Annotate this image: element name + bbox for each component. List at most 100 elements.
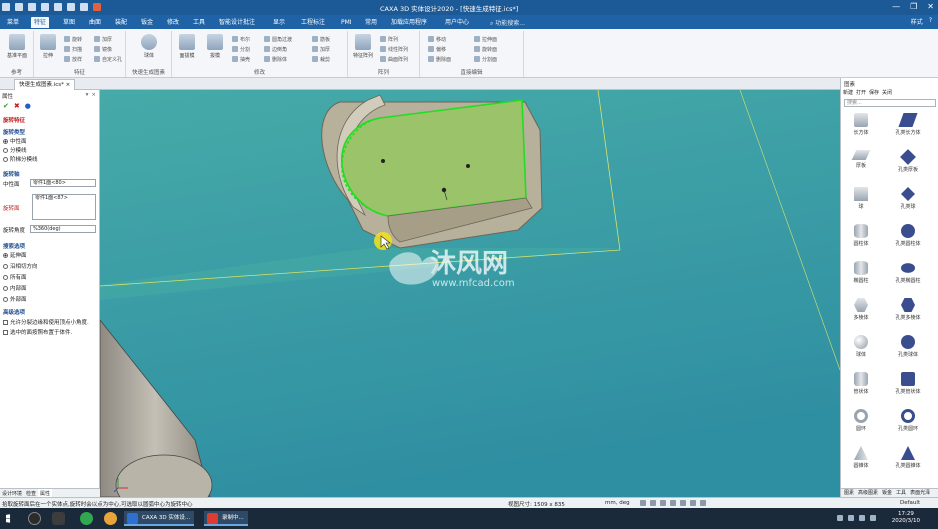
rotate-view-icon[interactable]	[660, 500, 666, 506]
revolve-button[interactable]: 旋转	[64, 35, 82, 43]
angle-field[interactable]: %360(deg)	[30, 225, 96, 233]
tab-properties[interactable]: 属性	[38, 489, 53, 497]
tab-tools-lib[interactable]: 工具	[896, 489, 906, 497]
lib-item-plate[interactable]: 厚板	[841, 150, 881, 169]
library-search-input[interactable]: 搜索...	[844, 99, 936, 107]
tab-common[interactable]: 常用	[362, 17, 380, 28]
extrude-face-button[interactable]: 拉伸面	[474, 35, 497, 43]
lib-item-box[interactable]: 长方体	[841, 113, 881, 136]
rib-button[interactable]: 筋板	[312, 35, 330, 43]
undo-icon[interactable]	[67, 3, 75, 11]
tab-sheetmetal-lib[interactable]: 钣金	[882, 489, 892, 497]
thicken-modify-button[interactable]: 加厚	[312, 45, 330, 53]
tab-feature[interactable]: 特征	[31, 17, 50, 28]
lib-item-plate-hole[interactable]: 孔类厚板	[888, 149, 928, 173]
surface-pattern-button[interactable]: 曲面阵列	[380, 55, 408, 63]
lib-item-cylinder[interactable]: 圆柱体	[841, 224, 881, 247]
checkbox-selected-faces[interactable]: 选中的面按照布置于体件.	[3, 328, 72, 336]
chamfer-button[interactable]: 边倒角	[264, 45, 287, 53]
new-icon[interactable]	[15, 3, 23, 11]
mirror-button[interactable]: 镜像	[94, 45, 112, 53]
radio-extend-face[interactable]: 延伸面	[3, 251, 27, 259]
lib-item-ellipse-hole[interactable]: 孔类椭圆柱	[888, 261, 928, 284]
radio-all-faces[interactable]: 所有面	[3, 273, 27, 281]
redo-icon[interactable]	[80, 3, 88, 11]
close-tab-icon[interactable]: ×	[66, 82, 71, 88]
tab-sketch[interactable]: 草图	[60, 17, 78, 28]
split-button[interactable]: 分割	[232, 45, 250, 53]
cancel-icon[interactable]: ✖	[14, 102, 20, 110]
view-icon[interactable]	[680, 500, 686, 506]
tab-menu[interactable]: 菜单	[4, 17, 22, 28]
linear-pattern-button[interactable]: 线性阵列	[380, 45, 408, 53]
panel-close-icon[interactable]: ×	[91, 92, 96, 98]
tray-arrow-icon[interactable]	[837, 515, 843, 521]
tab-check[interactable]: 检查	[24, 489, 38, 497]
taskbar-app-recorder[interactable]: 录制中...	[204, 511, 248, 526]
network-icon[interactable]	[848, 515, 854, 521]
units[interactable]: mm, deg	[605, 500, 630, 506]
lib-item-torus-hole[interactable]: 孔类圆环	[888, 409, 928, 432]
render-icon[interactable]	[690, 500, 696, 506]
radio-inner-faces[interactable]: 内部面	[3, 284, 27, 292]
center-point[interactable]	[466, 164, 470, 168]
style-menu[interactable]: 样式	[911, 17, 923, 26]
lib-item-sphere[interactable]: 球体	[841, 335, 881, 358]
pattern-button[interactable]: 阵列	[380, 35, 398, 43]
fillet-button[interactable]: 圆角过渡	[264, 35, 292, 43]
feature-pattern-button[interactable]: 特征阵列	[350, 34, 376, 59]
checkbox-allow-split[interactable]: 允许分裂边缘和使用顶点小角度.	[3, 318, 89, 326]
radio-tangent[interactable]: 沿相切方向	[3, 262, 38, 270]
tab-addins[interactable]: 加载应用程序	[388, 17, 430, 28]
tab-dimension[interactable]: 工程标注	[298, 17, 328, 28]
sweep-button[interactable]: 扫描	[64, 45, 82, 53]
pan-icon[interactable]	[650, 500, 656, 506]
zoom-icon[interactable]	[640, 500, 646, 506]
delete-face-button[interactable]: 删除面	[428, 55, 451, 63]
lib-item-cylinder-hole[interactable]: 孔类圆柱体	[888, 224, 928, 247]
datum-plane-button[interactable]: 基准平面	[4, 34, 30, 59]
section-icon[interactable]	[700, 500, 706, 506]
search-icon[interactable]: ⌕ 功能搜索...	[490, 18, 525, 28]
app-menu-icon[interactable]	[2, 3, 10, 11]
radio-outer-faces[interactable]: 外部面	[3, 295, 27, 303]
tab-pmi[interactable]: PMI	[338, 17, 355, 28]
custom-hole-button[interactable]: 自定义孔	[94, 55, 122, 63]
radio-parting-line[interactable]: 分模线	[3, 146, 27, 154]
lib-item-prism[interactable]: 多棱体	[841, 298, 881, 321]
style-selector[interactable]: Default	[900, 500, 920, 506]
tab-assembly[interactable]: 装配	[112, 17, 130, 28]
move-face-button[interactable]: 移动	[428, 35, 446, 43]
lib-item-ellipse-cylinder[interactable]: 椭圆柱	[841, 261, 881, 284]
extrude-button[interactable]: 拉伸	[35, 34, 61, 59]
tab-design-env[interactable]: 设计环境	[0, 489, 24, 497]
new-catalog-button[interactable]: 新建	[843, 89, 853, 96]
lib-item-torus[interactable]: 圆环	[841, 409, 881, 432]
windows-start-icon[interactable]	[6, 514, 11, 523]
save-catalog-button[interactable]: 保存	[869, 89, 879, 96]
clock[interactable]: 17:29 2020/3/10	[892, 511, 920, 525]
print-icon[interactable]	[54, 3, 62, 11]
offset-face-button[interactable]: 偏移	[428, 45, 446, 53]
lib-item-tube[interactable]: 管状体	[841, 372, 881, 395]
lib-item-sphere-hole[interactable]: 孔类球体	[888, 335, 928, 358]
preview-icon[interactable]: ●	[25, 102, 31, 110]
tab-display[interactable]: 显示	[270, 17, 288, 28]
lib-item-box-hole[interactable]: 孔类长方体	[888, 113, 928, 136]
fit-icon[interactable]	[670, 500, 676, 506]
tab-user-center[interactable]: 用户中心	[442, 17, 472, 28]
open-catalog-button[interactable]: 打开	[856, 89, 866, 96]
boolean-button[interactable]: 布尔	[232, 35, 250, 43]
save-icon[interactable]	[41, 3, 49, 11]
center-point[interactable]	[381, 159, 385, 163]
close-catalog-button[interactable]: 关闭	[882, 89, 892, 96]
trim-button[interactable]: 裁剪	[312, 55, 330, 63]
help-icon[interactable]: ?	[929, 17, 932, 26]
open-icon[interactable]	[28, 3, 36, 11]
radio-neutral-plane[interactable]: 中性面	[3, 137, 27, 145]
loft-button[interactable]: 放样	[64, 55, 82, 63]
face-draft-button[interactable]: 面拔模	[174, 34, 200, 59]
tab-primitives[interactable]: 图素	[844, 489, 854, 497]
lib-item-tube-hole[interactable]: 孔类管状体	[888, 372, 928, 395]
fan-icon[interactable]	[52, 512, 65, 525]
